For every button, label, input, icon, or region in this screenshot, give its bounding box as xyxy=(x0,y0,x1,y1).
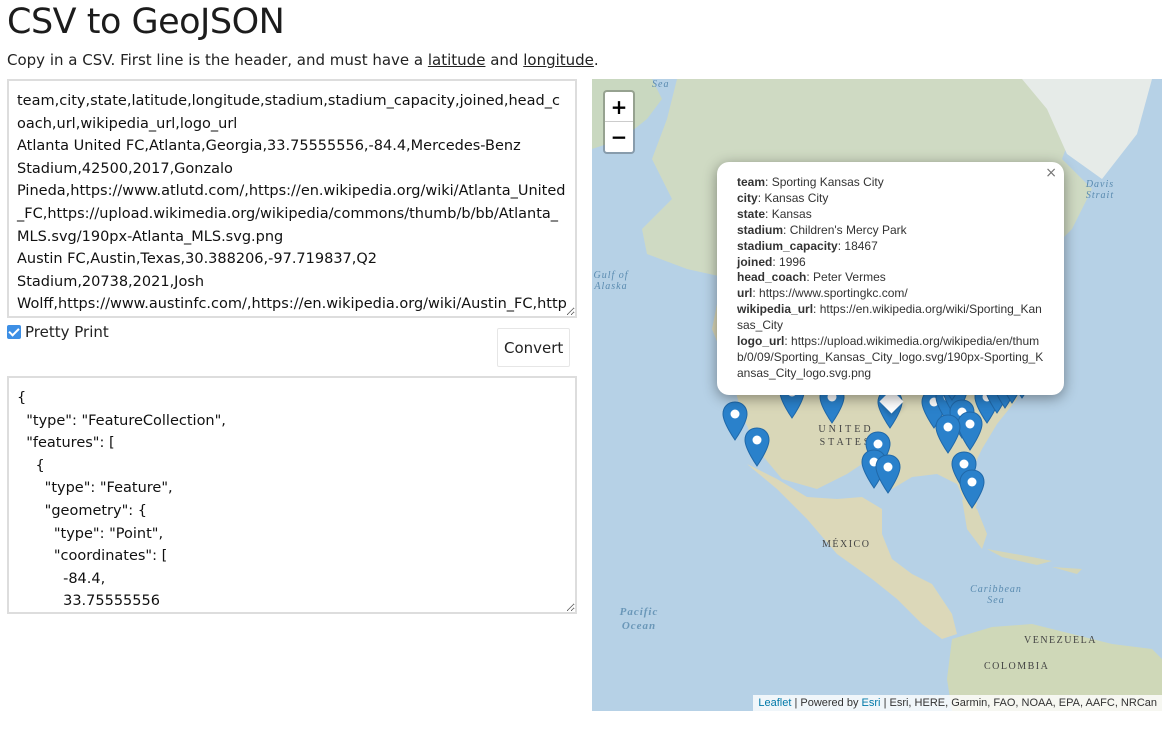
map-popup: × team: Sporting Kansas City city: Kansas… xyxy=(717,162,1064,395)
popup-field-stadium-capacity: stadium_capacity: 18467 xyxy=(737,238,878,253)
map-label-pacific-ocean: Pacific Ocean xyxy=(619,606,659,632)
map-label-sea: Sea xyxy=(652,79,670,90)
map-marker-icon[interactable] xyxy=(935,414,961,454)
popup-field-key: city xyxy=(737,190,758,205)
popup-field-team: team: Sporting Kansas City xyxy=(737,175,884,189)
map-label-davis-strait: Davis Strait xyxy=(1085,179,1115,201)
map-label-mexico: MÉXICO xyxy=(822,539,871,550)
popup-field-value: 18467 xyxy=(844,238,878,253)
popup-field-value: Sporting Kansas City xyxy=(771,175,884,189)
popup-field-head-coach: head_coach: Peter Vermes xyxy=(737,270,886,285)
instructions-text: Copy in a CSV. First line is the header,… xyxy=(7,51,424,69)
popup-close-button[interactable]: × xyxy=(1045,165,1057,182)
map-marker-icon[interactable] xyxy=(959,469,985,509)
powered-by-text: | Powered by xyxy=(794,697,859,709)
esri-link[interactable]: Esri xyxy=(862,697,881,709)
pretty-print-label: Pretty Print xyxy=(25,323,109,341)
popup-field-key: head_coach xyxy=(737,270,807,285)
popup-field-key: url xyxy=(737,286,753,301)
map-label-colombia: COLOMBIA xyxy=(984,661,1050,672)
period-text: . xyxy=(593,51,599,69)
popup-field-joined: joined: 1996 xyxy=(737,254,806,269)
popup-field-stadium: stadium: Children's Mercy Park xyxy=(737,222,907,237)
geojson-output[interactable] xyxy=(7,376,577,614)
zoom-in-button[interactable]: + xyxy=(605,92,633,122)
csv-input[interactable] xyxy=(7,79,577,318)
map-label-venezuela: VENEZUELA xyxy=(1024,635,1097,646)
attribution-sources: | Esri, HERE, Garmin, FAO, NOAA, EPA, AA… xyxy=(883,697,1157,709)
leaflet-link[interactable]: Leaflet xyxy=(758,697,791,709)
popup-field-key: stadium_capacity xyxy=(737,238,838,253)
latitude-link[interactable]: latitude xyxy=(428,51,486,69)
map-label-gulf-of-alaska: Gulf of Alaska xyxy=(593,270,629,292)
popup-field-key: joined xyxy=(737,254,773,269)
popup-field-value: https://www.sportingkc.com/ xyxy=(759,286,908,301)
map-attribution: Leaflet | Powered by Esri | Esri, HERE, … xyxy=(753,695,1162,711)
popup-field-key: logo_url xyxy=(737,334,785,349)
map-marker-icon[interactable] xyxy=(875,454,901,494)
popup-field-key: state xyxy=(737,206,766,221)
popup-field-key: stadium xyxy=(737,222,784,237)
and-text: and xyxy=(490,51,519,69)
popup-field-wikipedia-url: wikipedia_url: https://en.wikipedia.org/… xyxy=(737,302,1042,333)
checkbox-checked-icon[interactable] xyxy=(7,325,21,339)
map-marker-icon[interactable] xyxy=(744,427,770,467)
popup-field-value: Kansas City xyxy=(764,190,829,205)
page-title: CSV to GeoJSON xyxy=(7,2,285,42)
zoom-control: + − xyxy=(603,90,635,154)
zoom-out-button[interactable]: − xyxy=(605,122,633,152)
map[interactable]: Sea Davis Strait Gulf of Alaska UNITED S… xyxy=(592,79,1162,711)
popup-field-url: url: https://www.sportingkc.com/ xyxy=(737,286,908,301)
popup-field-value: Children's Mercy Park xyxy=(789,222,907,237)
instructions: Copy in a CSV. First line is the header,… xyxy=(7,51,599,69)
popup-field-logo-url: logo_url: https://upload.wikimedia.org/w… xyxy=(737,334,1044,380)
popup-field-state: state: Kansas xyxy=(737,206,812,221)
popup-field-key: wikipedia_url xyxy=(737,302,814,317)
popup-field-value: 1996 xyxy=(779,254,806,269)
longitude-link[interactable]: longitude xyxy=(523,51,594,69)
map-label-caribbean-sea: Caribbean Sea xyxy=(970,584,1022,606)
popup-field-value: Kansas xyxy=(771,206,812,221)
popup-field-key: team xyxy=(737,175,766,189)
pretty-print-toggle[interactable]: Pretty Print xyxy=(7,323,109,341)
popup-field-value: Peter Vermes xyxy=(813,270,886,285)
popup-field-city: city: Kansas City xyxy=(737,190,829,205)
convert-button[interactable]: Convert xyxy=(497,328,570,367)
